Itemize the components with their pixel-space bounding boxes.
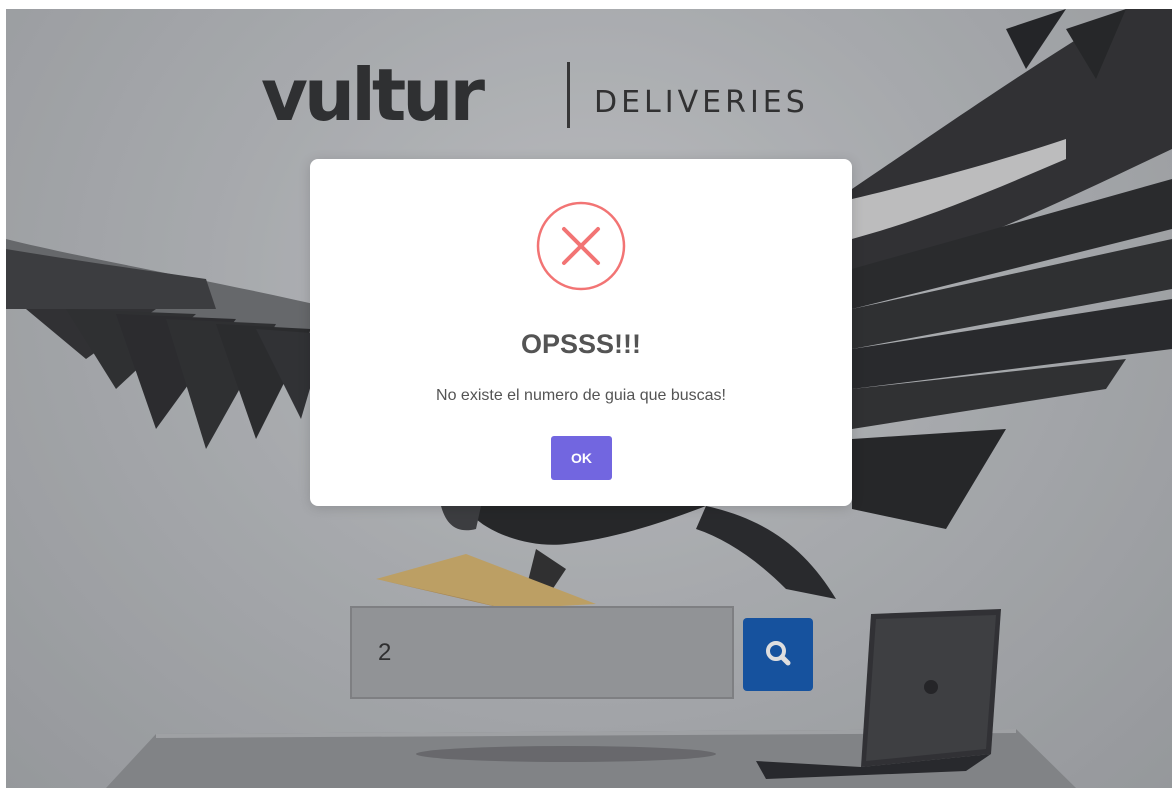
error-dialog: OPSSS!!! No existe el numero de guia que… <box>310 159 852 506</box>
app-frame: vultur DELIVERIES OPSSS!!! No existe el … <box>6 9 1172 788</box>
dialog-message: No existe el numero de guia que buscas! <box>436 387 726 404</box>
error-x-icon <box>536 201 626 291</box>
ok-button[interactable]: OK <box>551 436 612 480</box>
dialog-title: OPSSS!!! <box>520 329 641 359</box>
